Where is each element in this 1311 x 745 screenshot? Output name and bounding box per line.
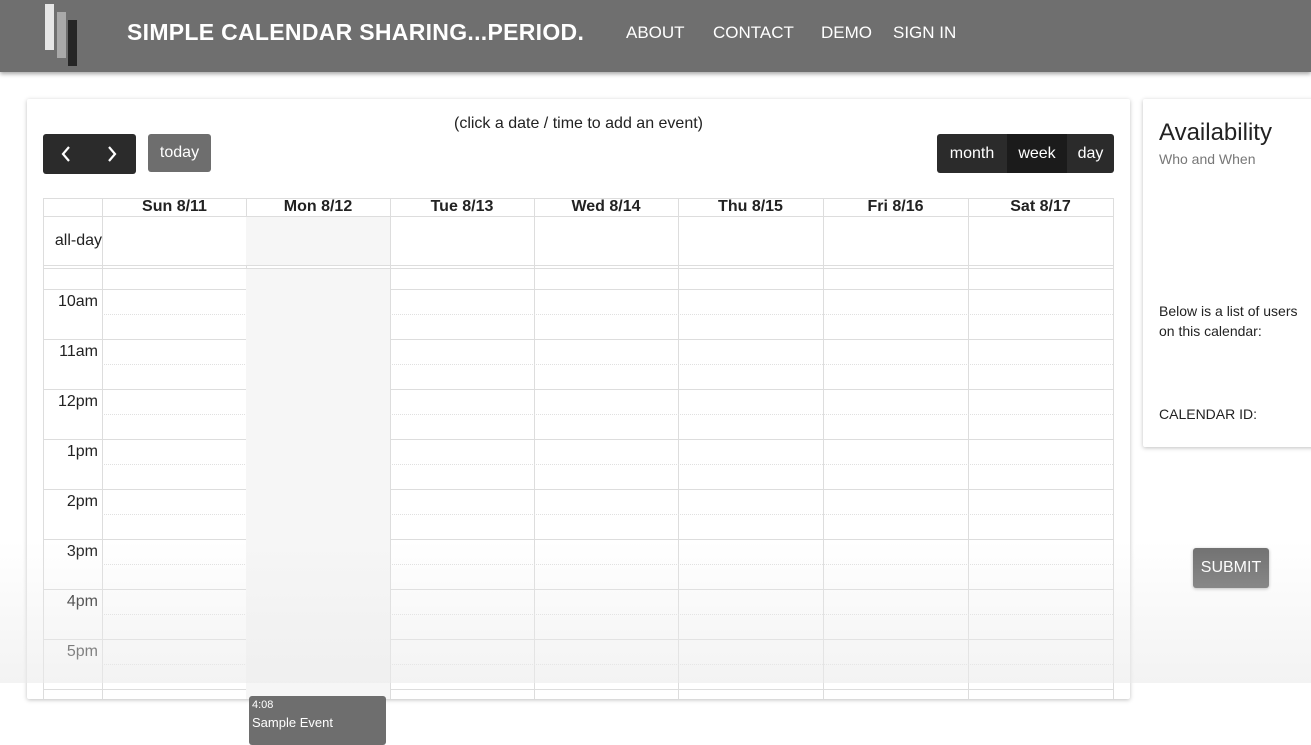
prev-button[interactable]: [43, 134, 89, 174]
users-list-text: Below is a list of users on this calenda…: [1159, 303, 1298, 339]
top-navbar: SIMPLE CALENDAR SHARING...PERIOD. ABOUT …: [0, 0, 1311, 72]
grid-hour-line: [43, 489, 1114, 490]
grid-column-line: [1113, 198, 1114, 699]
day-header-thu[interactable]: Thu 8/15: [678, 198, 823, 216]
time-label-11am: 11am: [59, 343, 98, 360]
grid-column-line: [678, 198, 679, 699]
time-label-10am: 10am: [57, 293, 98, 310]
grid-hour-line: [43, 689, 1114, 690]
event-time: 4:08: [252, 699, 274, 711]
grid-row-line: [43, 265, 1114, 266]
today-column: [246, 269, 390, 699]
all-day-label: all-day: [54, 232, 102, 249]
day-header-tue[interactable]: Tue 8/13: [390, 198, 534, 216]
view-month-button[interactable]: month: [937, 134, 1007, 173]
availability-subtitle: Who and When: [1159, 151, 1256, 167]
grid-hour-line: [43, 439, 1114, 440]
grid-hour-line: [43, 289, 1114, 290]
next-button[interactable]: [89, 134, 135, 174]
day-header-mon[interactable]: Mon 8/12: [246, 198, 390, 216]
view-week-button[interactable]: week: [1007, 134, 1067, 173]
grid-column-line: [968, 198, 969, 699]
chevron-right-icon: [108, 146, 117, 162]
time-label-12pm: 12pm: [57, 393, 98, 410]
grid-column-line: [390, 198, 391, 699]
grid-row-line: [43, 216, 1114, 217]
logo-icon[interactable]: [43, 4, 79, 66]
brand-title[interactable]: SIMPLE CALENDAR SHARING...PERIOD.: [127, 19, 584, 46]
day-header-wed[interactable]: Wed 8/14: [534, 198, 678, 216]
nav-demo[interactable]: DEMO: [821, 23, 872, 43]
grid-hour-line: [43, 639, 1114, 640]
grid-hour-line: [43, 339, 1114, 340]
submit-button[interactable]: SUBMIT: [1193, 548, 1269, 588]
time-label-3pm: 3pm: [66, 543, 98, 560]
time-label-2pm: 2pm: [66, 493, 98, 510]
nav-about[interactable]: ABOUT: [626, 23, 685, 43]
nav-sign-in[interactable]: SIGN IN: [893, 23, 956, 43]
view-switcher: month week day: [937, 134, 1114, 173]
prev-next-group: [43, 134, 136, 174]
grid-hour-line: [43, 539, 1114, 540]
grid-column-line: [102, 198, 103, 699]
event-title: Sample Event: [252, 715, 333, 730]
grid-column-line: [534, 198, 535, 699]
event-sample[interactable]: 4:08 Sample Event: [249, 696, 386, 745]
view-day-button[interactable]: day: [1067, 134, 1114, 173]
grid-hour-line: [43, 589, 1114, 590]
grid-column-line: [823, 198, 824, 699]
time-label-1pm: 1pm: [66, 443, 98, 460]
calendar-id-label: CALENDAR ID:: [1159, 406, 1258, 422]
today-column-allday: [246, 217, 390, 265]
grid-hour-line: [43, 389, 1114, 390]
day-header-fri[interactable]: Fri 8/16: [823, 198, 968, 216]
chevron-left-icon: [61, 146, 70, 162]
time-label-4pm: 4pm: [66, 593, 98, 610]
calendar-card: (click a date / time to add an event) to…: [27, 99, 1130, 745]
add-event-hint: (click a date / time to add an event): [453, 115, 703, 132]
time-label-5pm: 5pm: [66, 643, 98, 660]
week-grid[interactable]: Sun 8/11 Mon 8/12 Tue 8/13 Wed 8/14 Thu …: [43, 198, 1114, 745]
availability-panel: Availability Who and When Below is a lis…: [1143, 99, 1311, 447]
grid-row-line: [43, 268, 1114, 269]
day-header-sun[interactable]: Sun 8/11: [103, 198, 246, 216]
availability-title: Availability: [1159, 119, 1272, 146]
today-button[interactable]: today: [148, 134, 211, 172]
nav-contact[interactable]: CONTACT: [713, 23, 794, 43]
day-header-sat[interactable]: Sat 8/17: [968, 198, 1113, 216]
